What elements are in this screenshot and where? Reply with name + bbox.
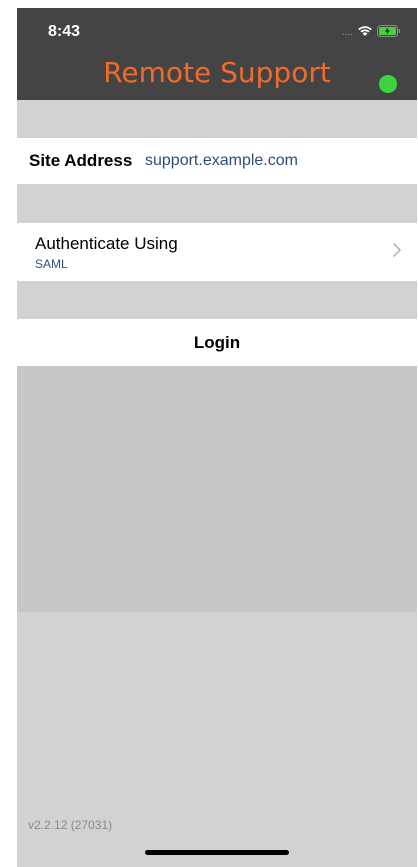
version-label: v2.2.12 (27031) <box>28 818 113 832</box>
chevron-right-icon <box>393 243 401 257</box>
status-time: 8:43 <box>48 23 81 40</box>
status-icons: .... <box>342 24 401 42</box>
authenticate-using-label: Authenticate Using <box>35 234 178 253</box>
nav-bar: Remote Support <box>17 52 417 100</box>
authenticate-using-value: SAML <box>35 257 68 271</box>
empty-content-area <box>17 366 417 612</box>
authenticate-using-row[interactable]: Authenticate Using SAML <box>17 223 417 281</box>
signal-icon: .... <box>341 27 353 38</box>
site-address-label: Site Address <box>29 151 133 170</box>
login-label: Login <box>193 333 241 352</box>
site-address-field[interactable]: support.example.com <box>145 152 298 170</box>
wifi-icon <box>357 24 373 42</box>
app-screen: 8:43 .... Remote Support Site Address su… <box>17 8 417 867</box>
login-button[interactable]: Login <box>17 319 417 366</box>
home-indicator[interactable] <box>145 850 289 855</box>
site-address-row[interactable]: Site Address support.example.com <box>17 138 417 184</box>
battery-charging-icon <box>377 24 401 42</box>
connection-status-dot <box>379 75 397 93</box>
status-bar: 8:43 .... <box>17 8 417 52</box>
app-title: Remote Support <box>103 56 331 89</box>
